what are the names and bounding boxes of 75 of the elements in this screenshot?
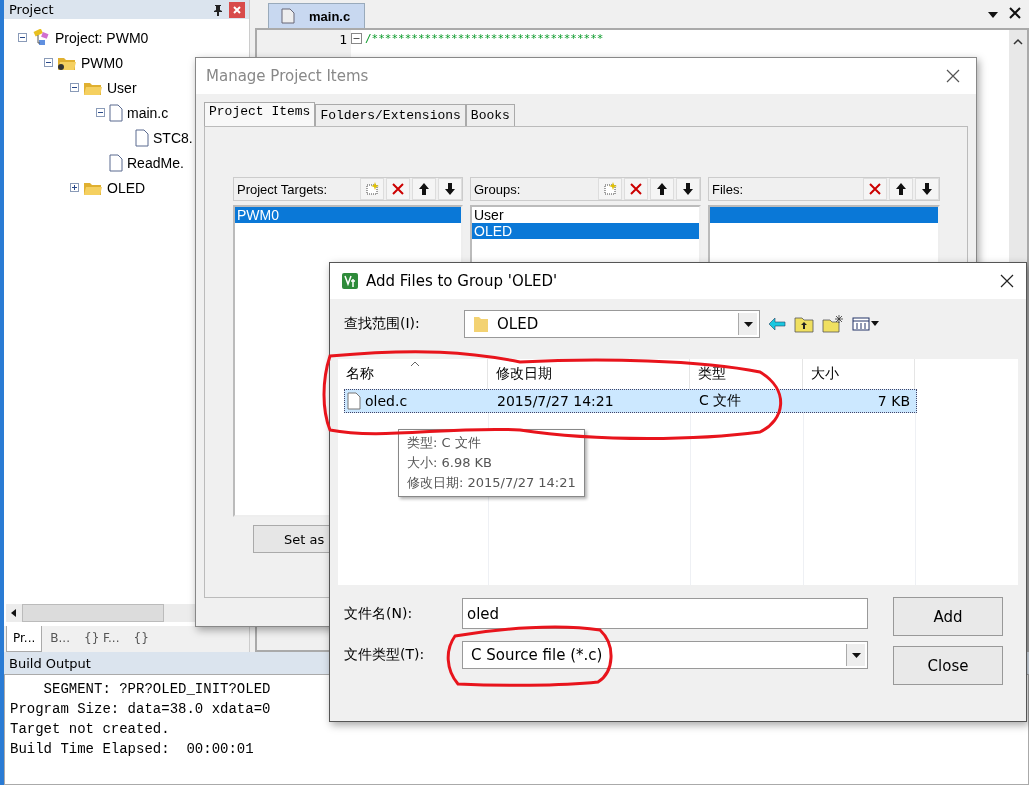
tooltip-line: 类型: C 文件	[407, 434, 482, 452]
view-menu-icon[interactable]	[852, 316, 880, 332]
panel-title: Project	[9, 2, 55, 17]
expander-icon[interactable]	[44, 58, 53, 67]
new-icon[interactable]	[598, 178, 622, 200]
delete-icon[interactable]	[863, 178, 887, 200]
tree-item[interactable]: ReadMe.	[127, 154, 184, 171]
list-label: Groups:	[474, 181, 522, 197]
dialog-tab[interactable]: Project Items	[204, 102, 316, 126]
list-item[interactable]: User	[472, 207, 699, 223]
panel-tab[interactable]: {} F...	[78, 626, 126, 652]
tree-item[interactable]: main.c	[127, 104, 169, 121]
app-icon	[342, 273, 358, 289]
expander-icon[interactable]	[18, 33, 27, 42]
tree-item[interactable]: STC8.	[153, 129, 193, 146]
tree-item[interactable]: OLED	[107, 179, 146, 196]
dialog-tab[interactable]: Books	[465, 104, 515, 126]
delete-icon[interactable]	[624, 178, 648, 200]
dialog-button[interactable]: Add	[893, 597, 1003, 636]
tooltip-line: 大小: 6.98 KB	[407, 454, 494, 472]
table-cell-text: 2015/7/27 14:21	[496, 393, 615, 409]
file-icon	[109, 103, 123, 122]
field-label: 文件名(N):	[344, 604, 414, 623]
line-number: 1	[338, 32, 347, 47]
new-folder-icon[interactable]	[822, 315, 844, 333]
back-arrow-icon[interactable]	[768, 317, 786, 331]
tooltip-line: 修改日期: 2015/7/27 14:21	[407, 474, 576, 492]
dialog-tab[interactable]: Folders/Extensions	[315, 104, 466, 126]
new-icon[interactable]	[360, 178, 384, 200]
list-label: Files:	[712, 181, 745, 197]
folder-icon	[473, 315, 489, 333]
fold-icon[interactable]	[351, 33, 362, 44]
close-icon[interactable]	[1009, 7, 1021, 19]
file-name: oled.c	[365, 393, 408, 409]
folder-dropdown[interactable]: OLED	[464, 310, 760, 338]
file-icon	[347, 392, 361, 410]
tree-item[interactable]: PWM0	[81, 54, 123, 71]
dialog-title: Add Files to Group 'OLED'	[366, 272, 558, 290]
filename-field[interactable]: oled	[462, 598, 868, 629]
filetype-dropdown[interactable]: C Source file (*.c)	[462, 641, 868, 669]
dropdown-icon[interactable]	[987, 11, 999, 19]
panel-tab[interactable]: B...	[44, 626, 76, 652]
expander-icon[interactable]	[70, 83, 79, 92]
code-line: /***********************************	[365, 32, 604, 45]
project-icon	[31, 28, 51, 47]
list-item[interactable]: OLED	[472, 223, 699, 239]
output-line: Build Time Elapsed: 00:00:01	[10, 740, 255, 759]
up-folder-icon[interactable]	[794, 315, 814, 333]
tree-item[interactable]: User	[107, 79, 137, 96]
tree-item[interactable]: Project: PWM0	[55, 29, 149, 46]
field-label: 查找范围(I):	[344, 315, 421, 333]
expander-icon[interactable]	[70, 183, 79, 192]
dialog-title: Manage Project Items	[206, 67, 369, 85]
panel-tab[interactable]: {}	[127, 626, 155, 652]
output-line: SEGMENT: ?PR?OLED_INIT?OLED	[42, 680, 272, 699]
close-icon[interactable]	[1000, 274, 1014, 288]
file-icon	[135, 128, 149, 147]
file-row[interactable]: oled.c 2015/7/27 14:21 C 文件 7 KB	[344, 389, 917, 413]
pin-icon[interactable]	[213, 3, 223, 16]
list-label: Project Targets:	[237, 181, 329, 197]
panel-tab[interactable]: Pr...	[6, 626, 43, 652]
list-item[interactable]: PWM0	[235, 207, 461, 223]
close-icon[interactable]	[946, 69, 960, 83]
file-icon	[281, 8, 295, 24]
caret-icon[interactable]	[743, 321, 753, 327]
table-cell-text: C 文件	[698, 392, 743, 410]
editor-tab[interactable]: main.c	[268, 3, 366, 28]
output-line: Target not created.	[10, 720, 171, 739]
delete-icon[interactable]	[386, 178, 410, 200]
expander-icon[interactable]	[96, 108, 105, 117]
scroll-up-icon[interactable]	[1013, 38, 1023, 46]
output-line: Program Size: data=38.0 xdata=0	[10, 700, 272, 719]
table-cell-text: 7 KB	[876, 393, 911, 409]
file-icon	[109, 153, 123, 172]
dialog-button[interactable]: Close	[893, 646, 1003, 685]
